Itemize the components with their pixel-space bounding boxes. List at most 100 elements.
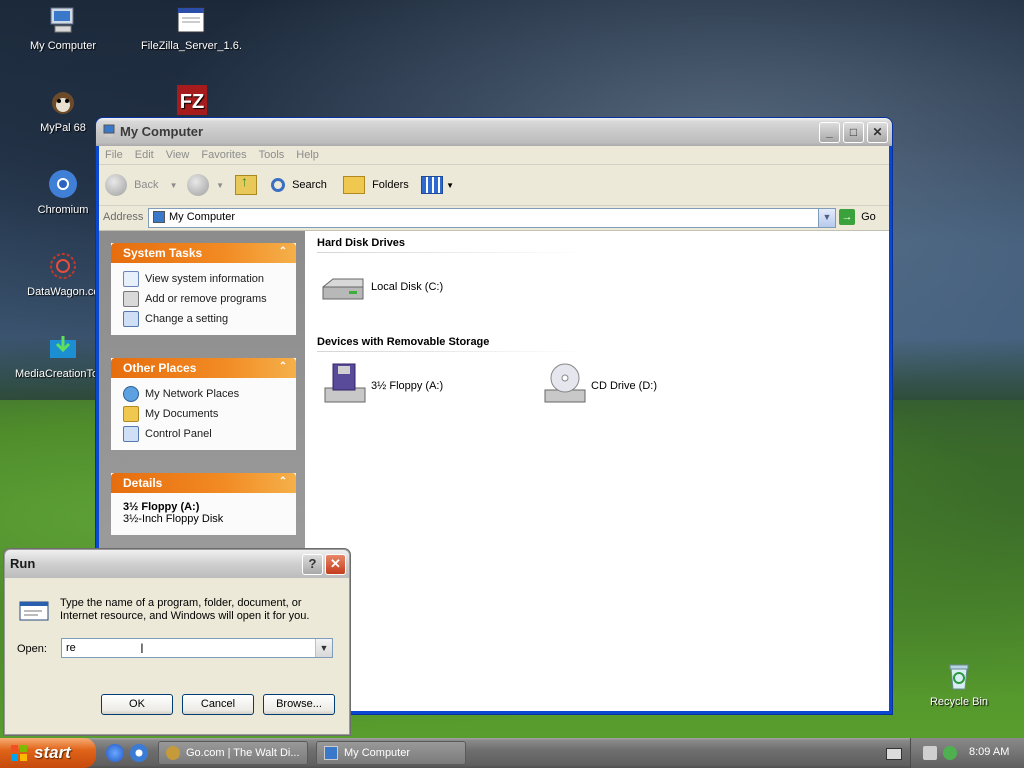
- group-removable-storage: Devices with Removable Storage: [317, 336, 490, 348]
- run-dialog[interactable]: Run ? ✕ Type the name of a program, fold…: [4, 549, 350, 735]
- system-info-icon: [123, 271, 139, 288]
- my-documents-link[interactable]: My Documents: [123, 404, 296, 424]
- my-computer-icon: [324, 746, 338, 761]
- chromium-icon: [47, 168, 79, 200]
- back-arrow-icon: [105, 174, 127, 197]
- details-panel: Details ⌃ 3½ Floppy (A:) 3½-Inch Floppy D…: [111, 473, 296, 535]
- task-go-com[interactable]: Go.com | The Walt Di...: [158, 741, 308, 765]
- ok-button[interactable]: OK: [101, 694, 173, 715]
- folders-label: Folders: [372, 179, 409, 191]
- system-tasks-header[interactable]: System Tasks ⌃: [111, 243, 296, 263]
- start-label: start: [34, 743, 71, 762]
- menu-file[interactable]: File: [99, 146, 129, 164]
- content-area: Hard Disk Drives Local Disk (C:) Devices…: [305, 231, 889, 711]
- programs-icon: [123, 291, 139, 308]
- desktop-icon-label: My Computer: [29, 40, 97, 52]
- system-tasks-panel: System Tasks ⌃ View system information Ad…: [111, 243, 296, 335]
- drive-floppy-a[interactable]: 3½ Floppy (A:): [317, 362, 477, 412]
- cancel-button[interactable]: Cancel: [182, 694, 254, 715]
- start-button[interactable]: start: [0, 738, 96, 768]
- group-divider: [317, 252, 587, 253]
- open-label: Open:: [17, 643, 47, 655]
- menu-help[interactable]: Help: [290, 146, 325, 164]
- updates-tray-icon[interactable]: [943, 746, 957, 760]
- drive-local-disk-c[interactable]: Local Disk (C:): [317, 263, 457, 313]
- forward-arrow-icon: [187, 174, 209, 197]
- run-titlebar[interactable]: Run ? ✕: [5, 550, 349, 578]
- chevron-down-icon: ▼: [169, 181, 178, 190]
- quicklaunch-browser-icon[interactable]: [130, 744, 148, 762]
- back-button[interactable]: Back ▼: [105, 173, 178, 197]
- other-places-panel: Other Places ⌃ My Network Places My Docum…: [111, 358, 296, 450]
- address-input[interactable]: My Computer ▼: [148, 208, 836, 228]
- forward-button[interactable]: ▼: [187, 173, 224, 197]
- view-system-info-link[interactable]: View system information: [123, 269, 296, 289]
- recycle-bin-icon: [943, 660, 975, 692]
- window-titlebar[interactable]: My Computer _ □ ✕: [96, 118, 892, 146]
- minimize-button[interactable]: _: [819, 122, 840, 143]
- network-tray-icon[interactable]: [923, 746, 937, 760]
- details-desc: 3½-Inch Floppy Disk: [123, 513, 224, 525]
- add-remove-programs-link[interactable]: Add or remove programs: [123, 289, 296, 309]
- desktop-icon-recycle-bin[interactable]: Recycle Bin: [911, 660, 1007, 708]
- svg-text:FZ: FZ: [180, 91, 204, 113]
- desktop-icon-filezilla-installer[interactable]: FileZilla_Server_1.6.6...: [141, 4, 241, 52]
- help-button[interactable]: ?: [302, 554, 323, 575]
- my-computer-icon: [102, 124, 116, 138]
- collapse-icon[interactable]: ⌃: [276, 360, 290, 374]
- open-input-value: re: [66, 642, 76, 654]
- network-icon: [123, 386, 139, 403]
- installer-icon: [175, 4, 207, 36]
- window-title: My Computer: [120, 124, 204, 139]
- search-label: Search: [292, 179, 327, 191]
- menu-favorites[interactable]: Favorites: [195, 146, 252, 164]
- up-folder-icon: ↑: [235, 174, 257, 196]
- menu-tools[interactable]: Tools: [253, 146, 291, 164]
- my-network-places-link[interactable]: My Network Places: [123, 384, 296, 404]
- keyboard-icon[interactable]: [886, 748, 902, 760]
- address-dropdown-button[interactable]: ▼: [818, 209, 835, 227]
- system-tray: 8:09 AM: [910, 738, 1024, 768]
- my-computer-icon: [153, 211, 165, 223]
- views-button[interactable]: ▼: [421, 173, 454, 197]
- clock[interactable]: 8:09 AM: [969, 746, 1009, 758]
- desktop-icon-label: FileZilla_Server_1.6.6...: [141, 40, 241, 52]
- chevron-down-icon: ▼: [216, 181, 224, 190]
- drive-cd-d[interactable]: CD Drive (D:): [537, 362, 677, 412]
- details-name: 3½ Floppy (A:): [123, 501, 200, 513]
- close-button[interactable]: ✕: [867, 122, 888, 143]
- hard-disk-icon: [322, 278, 364, 300]
- other-places-header[interactable]: Other Places ⌃: [111, 358, 296, 378]
- collapse-icon[interactable]: ⌃: [276, 475, 290, 489]
- collapse-icon[interactable]: ⌃: [276, 245, 290, 259]
- desktop-icon-my-computer[interactable]: My Computer: [15, 4, 111, 52]
- windows-flag-icon: [11, 745, 27, 761]
- floppy-drive-icon: [324, 363, 366, 403]
- go-label: Go: [861, 210, 876, 223]
- go-button[interactable]: → Go: [839, 209, 889, 227]
- media-creation-tool-icon: [47, 332, 79, 364]
- control-panel-link[interactable]: Control Panel: [123, 424, 296, 444]
- browse-button[interactable]: Browse...: [263, 694, 335, 715]
- address-value: My Computer: [169, 211, 236, 223]
- up-folder-button[interactable]: ↑: [235, 173, 257, 197]
- task-my-computer[interactable]: My Computer: [316, 741, 466, 765]
- text-cursor-icon: I: [140, 640, 144, 656]
- browser-icon: [166, 746, 180, 761]
- cd-drive-icon: [544, 363, 586, 403]
- change-setting-link[interactable]: Change a setting: [123, 309, 296, 329]
- menu-view[interactable]: View: [160, 146, 196, 164]
- address-bar: Address My Computer ▼ → Go: [99, 206, 889, 231]
- desktop-icon-filezilla[interactable]: FZ: [144, 84, 240, 120]
- menu-edit[interactable]: Edit: [129, 146, 160, 164]
- quicklaunch-explorer-icon[interactable]: [106, 744, 124, 762]
- open-input[interactable]: re I ▼: [61, 638, 333, 658]
- views-icon: [421, 176, 443, 195]
- folders-button[interactable]: Folders: [343, 173, 409, 197]
- close-button[interactable]: ✕: [325, 554, 346, 575]
- search-button[interactable]: Search: [271, 173, 327, 197]
- open-dropdown-button[interactable]: ▼: [315, 639, 332, 657]
- run-icon: [18, 599, 50, 626]
- maximize-button[interactable]: □: [843, 122, 864, 143]
- details-header[interactable]: Details ⌃: [111, 473, 296, 493]
